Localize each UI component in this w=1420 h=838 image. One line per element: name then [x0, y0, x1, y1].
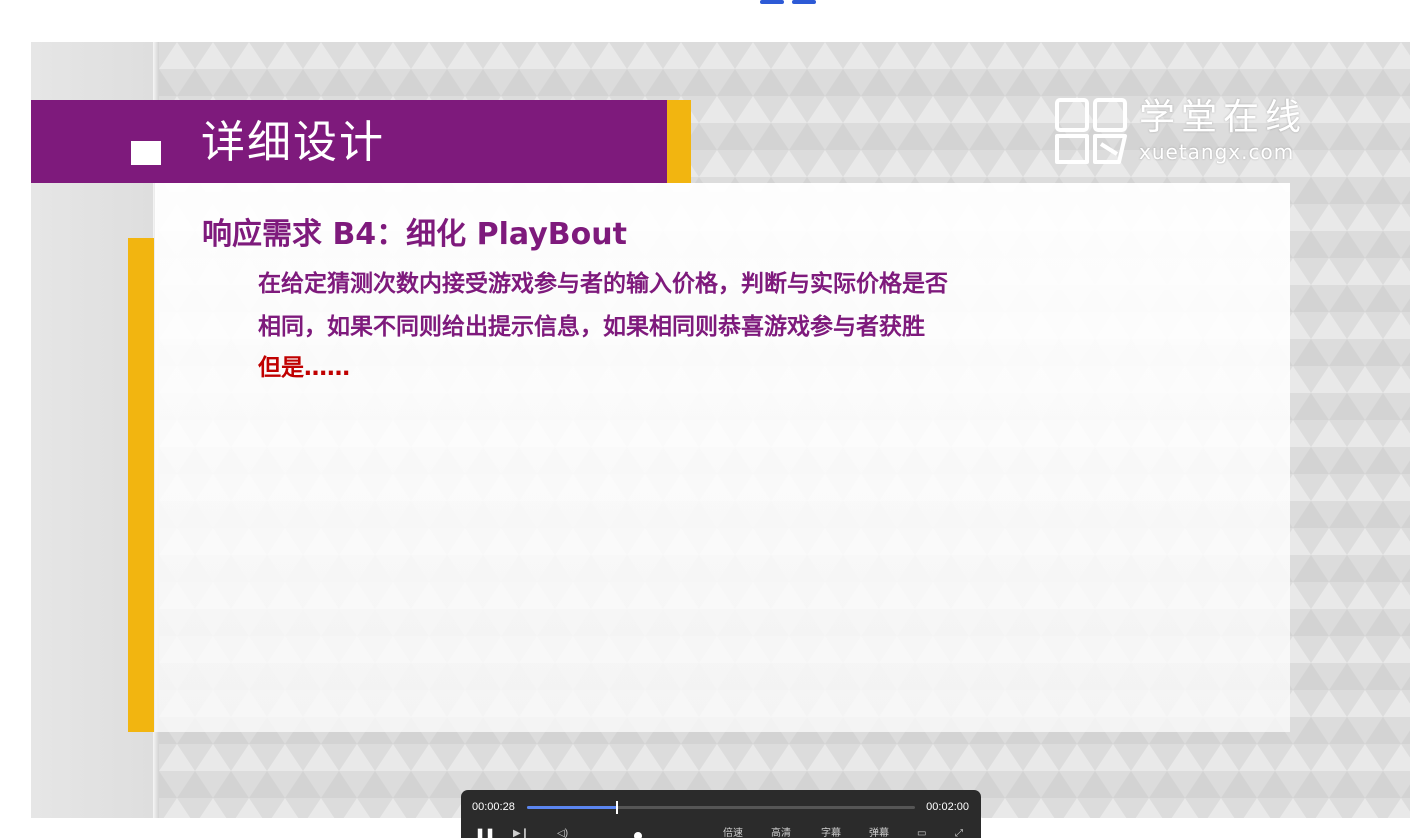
logo-chinese-text: 学堂在线 [1139, 97, 1308, 138]
video-frame[interactable]: 详细设计 学堂在线 xuetangx.com 响应需求 B4：细化 PlayBo… [31, 42, 1410, 818]
next-icon[interactable]: ▶❙ [513, 828, 529, 838]
progress-bar[interactable] [527, 801, 915, 814]
video-player-controls[interactable]: 00:00:28 00:02:00 ❚❚ ▶❙ ◁) 倍速 高清 字幕 弹幕 ▭… [461, 790, 981, 838]
title-bullet-square [131, 141, 161, 165]
danmaku-button[interactable]: 弹幕 [869, 828, 889, 838]
yellow-side-bar [128, 238, 154, 732]
quality-button[interactable]: 高清 [771, 828, 791, 838]
xuetangx-logo: 学堂在线 xuetangx.com [1053, 94, 1343, 168]
title-accent-bar [667, 100, 691, 183]
top-page-indicator [760, 0, 848, 4]
volume-icon[interactable]: ◁) [557, 828, 568, 838]
slide-title: 详细设计 [201, 117, 385, 168]
book-logo-icon [1055, 98, 1127, 164]
speed-button[interactable]: 倍速 [723, 828, 743, 838]
screen-icon[interactable]: ▭ [917, 828, 926, 838]
body-line-1: 在给定猜测次数内接受游戏参与者的输入价格，判断与实际价格是否 [258, 271, 948, 297]
logo-domain-text: xuetangx.com [1139, 140, 1295, 164]
progress-fill [527, 806, 618, 809]
current-time: 00:00:28 [472, 801, 515, 813]
pause-icon[interactable]: ❚❚ [475, 828, 495, 838]
indicator-segment [760, 0, 784, 4]
controls-row: ❚❚ ▶❙ ◁) 倍速 高清 字幕 弹幕 ▭ ⤢ [461, 828, 981, 838]
body-line-2: 相同，如果不同则给出提示信息，如果相同则恭喜游戏参与者获胜 [258, 314, 925, 340]
total-time: 00:02:00 [926, 801, 969, 813]
but-text: 但是…… [258, 355, 350, 381]
fullscreen-icon[interactable]: ⤢ [955, 828, 963, 838]
volume-slider-handle[interactable] [634, 832, 642, 838]
indicator-segment [792, 0, 816, 4]
content-card [155, 183, 1290, 732]
progress-handle[interactable] [616, 801, 619, 814]
subtitle-button[interactable]: 字幕 [821, 828, 841, 838]
slide-heading: 响应需求 B4：细化 PlayBout [202, 217, 627, 252]
